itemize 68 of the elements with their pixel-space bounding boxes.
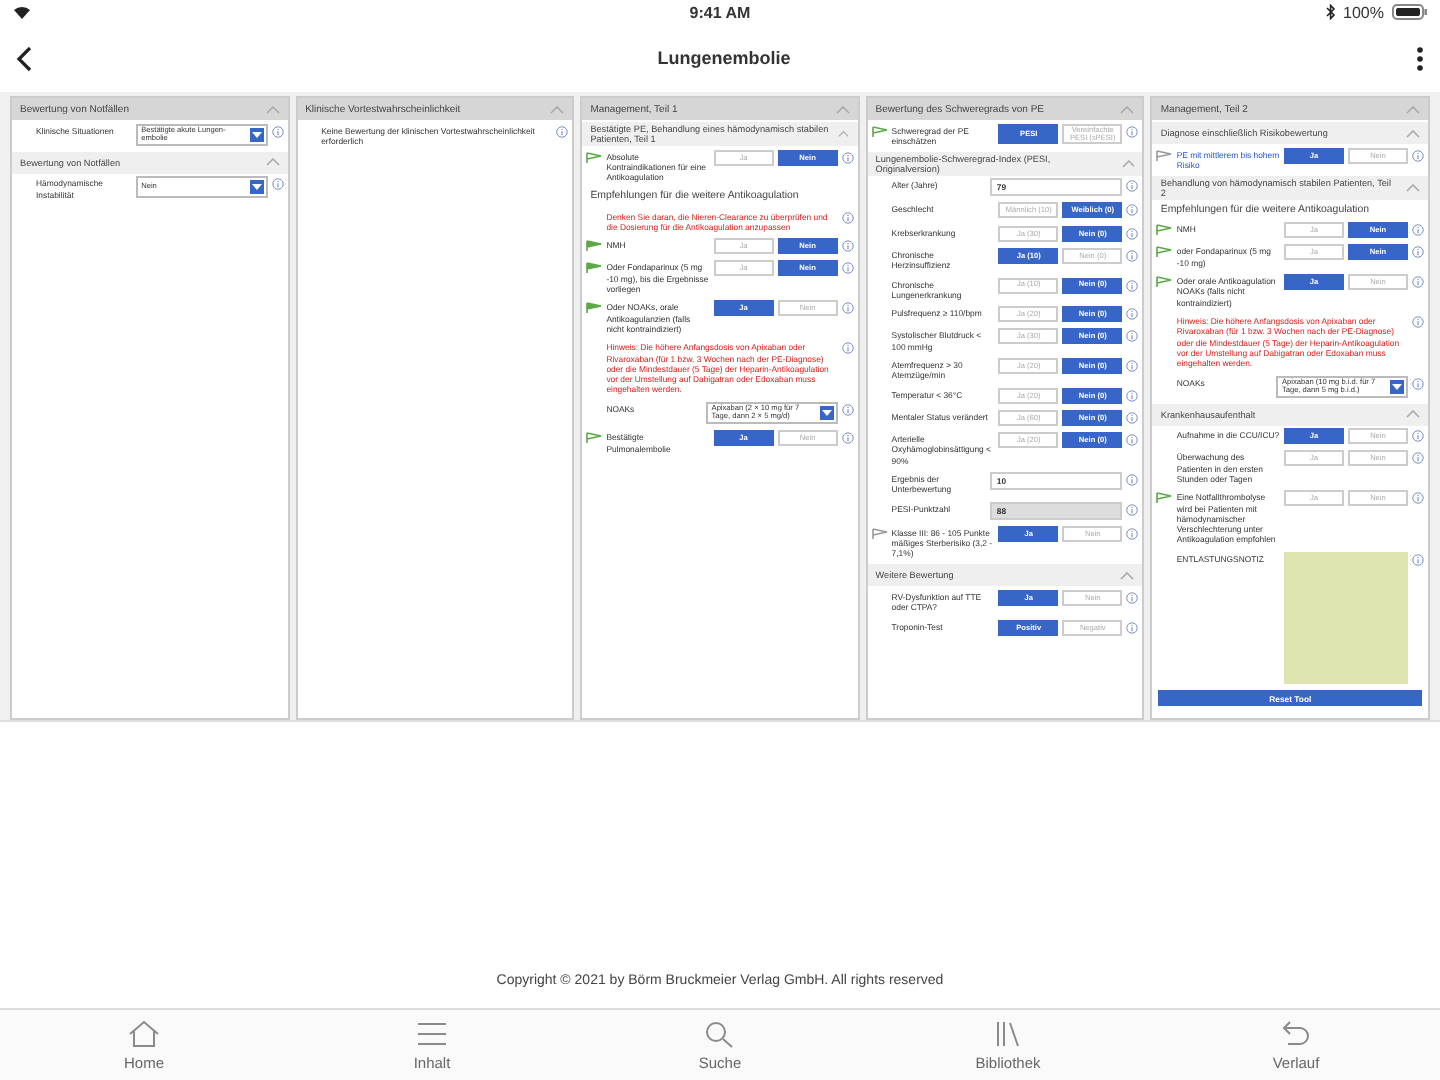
info-icon[interactable] xyxy=(1411,276,1424,289)
info-icon[interactable] xyxy=(1411,377,1424,390)
chevron-icon xyxy=(265,105,280,113)
info-icon[interactable] xyxy=(841,262,854,275)
chevron-icon xyxy=(1120,105,1135,113)
battery-percent: 100% xyxy=(1343,3,1384,21)
info-icon[interactable] xyxy=(1411,316,1424,329)
notes-field[interactable] xyxy=(1283,551,1408,684)
chevron-icon xyxy=(835,105,850,113)
info-icon[interactable] xyxy=(1126,308,1139,321)
info-icon[interactable] xyxy=(1126,621,1139,634)
chevron-icon xyxy=(1405,105,1420,113)
books-icon xyxy=(992,1019,1024,1047)
info-icon[interactable] xyxy=(556,125,569,138)
caret-icon xyxy=(820,405,835,420)
info-icon[interactable] xyxy=(841,240,854,253)
info-icon[interactable] xyxy=(1126,411,1139,424)
info-icon[interactable] xyxy=(1126,125,1139,138)
undo-icon xyxy=(1280,1019,1312,1047)
wifi-icon xyxy=(12,4,32,20)
info-icon[interactable] xyxy=(841,151,854,164)
info-icon[interactable] xyxy=(1411,224,1424,237)
home-icon xyxy=(128,1019,160,1047)
chevron-icon xyxy=(1121,159,1135,168)
bluetooth-icon xyxy=(1325,4,1336,20)
list-icon xyxy=(416,1019,448,1047)
info-icon[interactable] xyxy=(1126,527,1139,540)
info-icon[interactable] xyxy=(841,211,854,224)
info-icon[interactable] xyxy=(1126,204,1139,217)
caret-icon xyxy=(250,127,265,142)
info-icon[interactable] xyxy=(841,403,854,416)
page-title: Lungenembolie xyxy=(657,48,791,68)
info-icon[interactable] xyxy=(1126,330,1139,343)
info-icon[interactable] xyxy=(1411,430,1424,443)
info-icon[interactable] xyxy=(1126,227,1139,240)
info-icon[interactable] xyxy=(1126,591,1139,604)
chevron-icon xyxy=(1405,183,1420,192)
info-icon[interactable] xyxy=(1411,492,1424,505)
info-icon[interactable] xyxy=(1411,149,1424,162)
info-icon[interactable] xyxy=(1126,249,1139,262)
battery-icon xyxy=(1392,4,1428,20)
info-icon[interactable] xyxy=(1126,434,1139,447)
info-icon[interactable] xyxy=(1411,553,1424,566)
info-icon[interactable] xyxy=(1126,503,1139,516)
info-icon[interactable] xyxy=(1126,389,1139,402)
chevron-icon xyxy=(265,158,280,167)
info-icon[interactable] xyxy=(271,178,284,191)
chevron-icon xyxy=(550,105,565,113)
info-icon[interactable] xyxy=(1126,180,1139,193)
chevron-icon xyxy=(1405,410,1420,419)
chevron-icon xyxy=(1405,129,1420,137)
chevron-icon xyxy=(838,130,850,138)
back-icon[interactable] xyxy=(16,45,32,71)
more-icon[interactable] xyxy=(1415,45,1424,71)
caret-icon xyxy=(1390,379,1405,394)
info-icon[interactable] xyxy=(1126,360,1139,373)
info-icon[interactable] xyxy=(841,302,854,315)
info-icon[interactable] xyxy=(1411,246,1424,259)
status-time: 9:41 AM xyxy=(689,3,751,21)
info-icon[interactable] xyxy=(271,125,284,138)
info-icon[interactable] xyxy=(841,342,854,355)
search-icon xyxy=(704,1019,736,1047)
info-icon[interactable] xyxy=(1126,474,1139,487)
info-icon[interactable] xyxy=(841,432,854,445)
caret-icon xyxy=(250,180,265,195)
info-icon[interactable] xyxy=(1126,279,1139,292)
chevron-icon xyxy=(1120,571,1135,580)
info-icon[interactable] xyxy=(1411,452,1424,465)
